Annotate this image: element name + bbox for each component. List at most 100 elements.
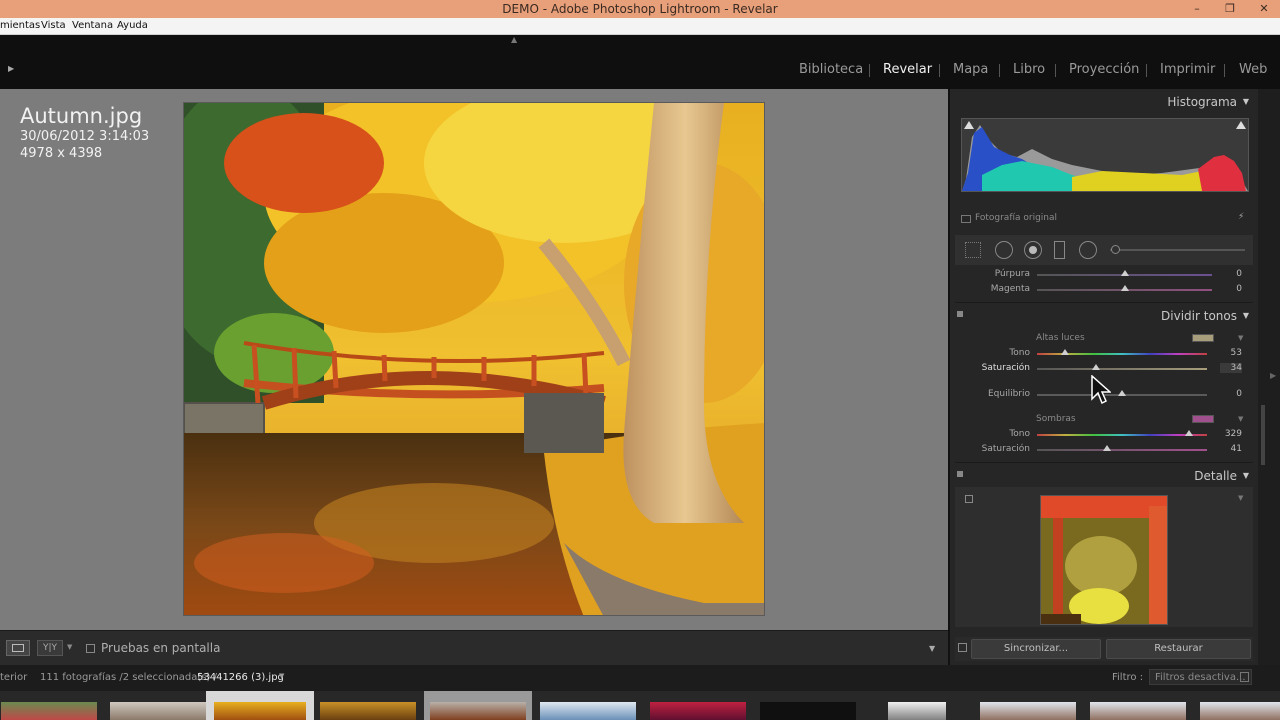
soft-proof-label: Pruebas en pantalla xyxy=(101,641,221,655)
shadow-hue-track[interactable] xyxy=(1037,434,1207,436)
red-eye-icon[interactable] xyxy=(1024,241,1042,259)
crop-tool-icon[interactable] xyxy=(965,242,981,258)
split-toning-header[interactable]: Dividir tonos ▼ xyxy=(955,305,1253,327)
panel-divider xyxy=(955,462,1253,463)
thumbnail-image xyxy=(760,702,856,720)
brush-slider-track[interactable] xyxy=(1110,249,1245,251)
filmstrip-thumbnail[interactable] xyxy=(1194,691,1280,720)
reset-button[interactable]: Restaurar xyxy=(1106,639,1251,659)
module-proyeccion[interactable]: Proyección xyxy=(1069,62,1139,77)
module-separator xyxy=(1224,64,1225,77)
spot-removal-icon[interactable] xyxy=(995,241,1013,259)
before-after-button[interactable]: Y|Y xyxy=(37,640,63,656)
detail-zoom-target-icon[interactable] xyxy=(965,495,973,503)
close-icon[interactable]: ✕ xyxy=(1248,0,1280,18)
filmstrip-thumbnail[interactable] xyxy=(974,691,1082,720)
module-imprimir[interactable]: Imprimir xyxy=(1160,62,1215,77)
collapse-detail-icon[interactable]: ▼ xyxy=(1243,471,1249,480)
collapse-histogram-icon[interactable]: ▼ xyxy=(1243,97,1249,106)
right-panel: Histograma ▼ Fotografía original ⚡ Púrpu… xyxy=(948,89,1258,665)
histogram-header[interactable]: Histograma ▼ xyxy=(955,91,1253,113)
filter-dropdown[interactable]: Filtros desactiva... xyxy=(1149,669,1252,685)
shadow-hue-thumb[interactable] xyxy=(1185,430,1193,436)
original-photo-icon xyxy=(961,215,971,223)
shadows-color-swatch[interactable] xyxy=(1192,415,1214,423)
highlight-clipping-icon[interactable] xyxy=(1236,121,1246,129)
filmstrip-thumbnail[interactable] xyxy=(1084,691,1192,720)
detail-toggle-icon[interactable] xyxy=(957,471,963,477)
hsl-magenta-label: Magenta xyxy=(990,284,1030,294)
filmstrip-thumbnail[interactable] xyxy=(104,691,212,720)
highlight-saturation-track[interactable] xyxy=(1037,368,1207,370)
collapse-split-toning-icon[interactable]: ▼ xyxy=(1243,311,1249,320)
bottom-toolbar: Y|Y ▼ Pruebas en pantalla ▼ xyxy=(0,630,948,665)
highlight-hue-label: Tono xyxy=(1009,348,1030,358)
highlight-saturation-value[interactable]: 34 xyxy=(1220,363,1242,373)
autumn-photo[interactable] xyxy=(183,102,765,616)
shadow-saturation-thumb[interactable] xyxy=(1103,445,1111,451)
current-file-label[interactable]: 53441266 (3).jpg xyxy=(197,672,284,683)
collapse-top-panel-icon[interactable]: ▲ xyxy=(511,35,517,44)
sync-button[interactable]: Sincronizar... xyxy=(971,639,1101,659)
menu-item-vista[interactable]: Vista xyxy=(41,20,66,31)
filmstrip-thumbnail-selected[interactable] xyxy=(424,691,532,720)
hsl-magenta-thumb[interactable] xyxy=(1121,285,1129,291)
shadow-saturation-track[interactable] xyxy=(1037,449,1207,451)
graduated-filter-icon[interactable] xyxy=(1054,241,1065,259)
balance-thumb[interactable] xyxy=(1118,390,1126,396)
scrollbar-thumb[interactable] xyxy=(1261,405,1265,465)
filter-value: Filtros desactiva... xyxy=(1155,672,1246,683)
detail-header[interactable]: Detalle ▼ xyxy=(955,465,1253,487)
detail-menu-icon[interactable]: ▼ xyxy=(1238,494,1243,502)
module-revelar[interactable]: Revelar xyxy=(883,62,932,77)
radial-filter-icon[interactable] xyxy=(1079,241,1097,259)
minimize-icon[interactable]: – xyxy=(1186,0,1208,18)
filmstrip-thumbnail[interactable] xyxy=(0,691,103,720)
detail-preview[interactable] xyxy=(1040,495,1168,625)
brush-slider-knob[interactable] xyxy=(1111,245,1120,254)
hsl-purpura-thumb[interactable] xyxy=(1121,270,1129,276)
module-biblioteca[interactable]: Biblioteca xyxy=(799,62,863,77)
current-file-dropdown-icon[interactable]: ▼ xyxy=(279,672,284,680)
module-libro[interactable]: Libro xyxy=(1013,62,1045,77)
hsl-magenta-value: 0 xyxy=(1236,284,1242,294)
filmstrip-thumbnail[interactable] xyxy=(534,691,642,720)
filmstrip-thumbnail[interactable] xyxy=(644,691,752,720)
menu-item-ayuda[interactable]: Ayuda xyxy=(117,20,148,31)
module-web[interactable]: Web xyxy=(1239,62,1267,77)
previous-import-label[interactable]: terior xyxy=(0,672,27,683)
soft-proof-checkbox[interactable] xyxy=(86,644,95,653)
thumbnail-image xyxy=(650,702,746,720)
before-after-dropdown-icon[interactable]: ▼ xyxy=(67,643,72,651)
filmstrip-thumbnail-selected[interactable] xyxy=(206,691,314,720)
filmstrip-thumbnail[interactable] xyxy=(754,691,862,720)
filmstrip-thumbnail[interactable] xyxy=(882,691,952,720)
highlights-swatch-menu-icon[interactable]: ▼ xyxy=(1238,334,1243,342)
shadows-swatch-menu-icon[interactable]: ▼ xyxy=(1238,415,1243,423)
filmstrip-thumbnail[interactable] xyxy=(314,691,422,720)
restore-icon[interactable]: ❐ xyxy=(1219,0,1241,18)
collapse-right-panel-icon[interactable]: ▶ xyxy=(1270,371,1276,380)
menu-item-herramientas[interactable]: mientas xyxy=(0,20,40,31)
thumbnail-image xyxy=(110,702,206,720)
shadow-clipping-icon[interactable] xyxy=(964,121,974,129)
highlights-color-swatch[interactable] xyxy=(1192,334,1214,342)
highlight-saturation-thumb[interactable] xyxy=(1092,364,1100,370)
module-bar: ▲ ▶ Biblioteca Revelar Mapa Libro Proyec… xyxy=(0,35,1280,89)
filter-lock-icon[interactable] xyxy=(1240,672,1249,682)
module-mapa[interactable]: Mapa xyxy=(953,62,988,77)
highlight-hue-thumb[interactable] xyxy=(1061,349,1069,355)
sync-toggle-icon[interactable] xyxy=(958,643,967,652)
highlight-saturation-label: Saturación xyxy=(981,363,1030,373)
toolbar-menu-icon[interactable]: ▼ xyxy=(929,644,935,653)
right-panel-scrollbar[interactable]: ▶ xyxy=(1258,89,1280,665)
mouse-cursor-icon xyxy=(1091,375,1111,405)
highlights-label: Altas luces xyxy=(1036,333,1085,343)
balance-label: Equilibrio xyxy=(987,389,1030,399)
histogram-graph[interactable] xyxy=(961,118,1249,192)
expand-left-panel-icon[interactable]: ▶ xyxy=(8,64,14,73)
loupe-view-button[interactable] xyxy=(6,640,30,656)
thumbnail-image xyxy=(1090,702,1186,720)
menu-item-ventana[interactable]: Ventana xyxy=(72,20,113,31)
split-toning-toggle-icon[interactable] xyxy=(957,311,963,317)
